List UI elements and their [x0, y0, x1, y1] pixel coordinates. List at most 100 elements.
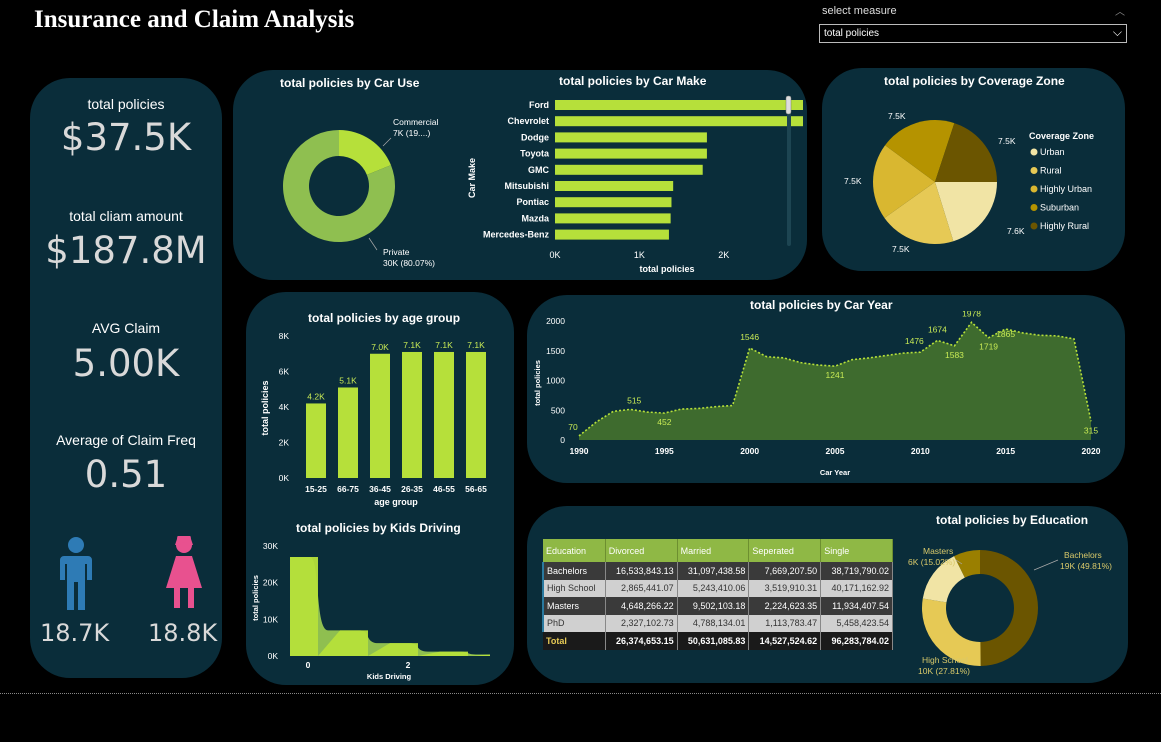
- table-row[interactable]: PhD 2,327,102.73 4,788,134.01 1,113,783.…: [541, 614, 893, 632]
- car-year-data-label: 452: [657, 417, 671, 427]
- column-header[interactable]: Married: [677, 539, 750, 562]
- car-year-title: total policies by Car Year: [750, 298, 893, 312]
- column-header[interactable]: Single: [820, 539, 893, 562]
- x-tick-label: 2005: [826, 446, 845, 456]
- scrollbar-thumb[interactable]: [785, 95, 792, 115]
- table-cell: 4,788,134.01: [677, 614, 750, 632]
- car-year-data-label: 1674: [928, 324, 947, 334]
- table-cell: 40,171,162.92: [820, 579, 893, 597]
- kids-driving-area-shadow: [290, 557, 490, 656]
- table-cell: 5,243,410.06: [677, 579, 750, 597]
- education-value: 19K (49.81%): [1060, 561, 1112, 571]
- table-cell: 26,374,653.15: [605, 632, 678, 650]
- car-year-data-label: 315: [1084, 425, 1098, 435]
- y-axis-label: Car Make: [467, 158, 477, 198]
- car-use-make-panel: total policies by Car Use total policies…: [233, 70, 807, 280]
- table-row[interactable]: High School 2,865,441.07 5,243,410.06 3,…: [541, 579, 893, 597]
- legend-title: Coverage Zone: [1029, 131, 1094, 141]
- kpi-panel: total policies $37.5K total cliam amount…: [30, 78, 222, 678]
- x-tick-label: 56-65: [465, 484, 487, 494]
- leader-line: [368, 237, 378, 251]
- x-axis-label: Car Year: [820, 468, 850, 477]
- coverage-zone-data-label: 7.5K: [892, 244, 910, 254]
- male-icon: [60, 537, 92, 610]
- x-tick-label: 2000: [740, 446, 759, 456]
- column-header[interactable]: Education: [543, 539, 606, 562]
- x-tick-label: 15-25: [305, 484, 327, 494]
- age-group-bar: [370, 353, 390, 478]
- age-group-bar: [338, 387, 358, 478]
- car-make-bar: [555, 197, 672, 208]
- coverage-zone-data-label: 7.5K: [998, 136, 1016, 146]
- car-use-label: Private: [383, 247, 410, 257]
- y-tick-label: 0K: [268, 651, 279, 661]
- car-year-panel: total policies by Car Year 0 500 1000 1500 2…: [527, 295, 1125, 483]
- education-value: 6K (15.02%): [908, 557, 955, 567]
- table-row[interactable]: Masters 4,648,266.22 9,502,103.18 2,224,…: [541, 597, 893, 615]
- column-header[interactable]: Seperated: [748, 539, 822, 562]
- coverage-zone-title: total policies by Coverage Zone: [884, 74, 1065, 88]
- y-tick-label: 500: [551, 405, 565, 415]
- table-cell: 11,934,407.54: [820, 597, 893, 615]
- leader-line: [382, 137, 392, 147]
- coverage-zone-pie-chart: 7.6K 7.5K 7.5K 7.5K 7.5K Coverage Zone Urban Ru…: [844, 111, 1094, 254]
- total-claim-label: total cliam amount: [69, 208, 183, 224]
- table-cell: Masters: [541, 597, 606, 615]
- table-cell: 31,097,438.58: [677, 562, 750, 580]
- car-make-bar: [555, 229, 669, 240]
- y-axis-label: total policies: [533, 360, 542, 406]
- education-title: total policies by Education: [936, 513, 1089, 527]
- table-cell: High School: [541, 579, 606, 597]
- coverage-zone-data-label: 7.5K: [888, 111, 906, 121]
- table-cell: 14,527,524.62: [748, 632, 822, 650]
- education-slice: [980, 550, 1038, 666]
- legend-swatch: [1030, 148, 1038, 156]
- legend-entry: Urban: [1040, 147, 1065, 157]
- x-tick-label: 2010: [911, 446, 930, 456]
- age-group-bar-chart: 0K 2K 4K 6K 8K 4.2K 15-25 5.1K 66-75 7.0K 36-45 7.1…: [260, 331, 487, 507]
- table-total-row: Total 26,374,653.15 50,631,085.83 14,527…: [543, 632, 893, 650]
- car-make-tick-label: Dodge: [521, 132, 549, 142]
- x-tick-label: 26-35: [401, 484, 423, 494]
- legend-swatch: [1030, 167, 1038, 174]
- total-policies-label: total policies: [87, 96, 165, 112]
- car-make-tick-label: Toyota: [520, 149, 550, 159]
- column-header[interactable]: Divorced: [605, 539, 678, 562]
- y-tick-label: 6K: [279, 367, 290, 377]
- car-year-data-label: 1719: [979, 342, 998, 352]
- y-tick-label: 10K: [263, 614, 278, 624]
- y-tick-label: 2K: [279, 438, 290, 448]
- table-row[interactable]: Bachelors 16,533,843.13 31,097,438.58 7,…: [541, 562, 893, 580]
- car-make-tick-label: GMC: [528, 165, 549, 175]
- car-make-bar-chart: Ford Chevrolet Dodge Toyota GMC Mitsubishi Pon…: [467, 95, 803, 274]
- x-tick-label: 2K: [718, 250, 729, 260]
- car-make-bar: [555, 213, 671, 224]
- coverage-zone-data-label: 7.5K: [844, 176, 862, 186]
- kids-driving-area-chart: 0K 10K 20K 30K 0 2 Kids Driving total policies: [251, 541, 490, 681]
- car-year-data-label: 1241: [826, 370, 845, 380]
- legend-entry: Highly Rural: [1040, 221, 1089, 231]
- avg-claim-value: 5.00K: [72, 342, 180, 385]
- car-make-tick-label: Mercedes-Benz: [483, 230, 550, 240]
- chevron-up-icon[interactable]: ︿: [1115, 3, 1125, 18]
- page-divider: [0, 693, 1161, 694]
- coverage-zone-data-label: 7.6K: [1007, 226, 1025, 236]
- y-tick-label: 1000: [546, 376, 565, 386]
- age-group-data-label: 7.1K: [467, 340, 485, 350]
- x-tick-label: 0: [306, 660, 311, 670]
- table-cell: Bachelors: [541, 562, 606, 580]
- education-value: 10K (27.81%): [918, 666, 970, 676]
- car-make-bar: [555, 132, 707, 143]
- education-label: Masters: [923, 546, 953, 556]
- car-year-data-label: 70: [568, 422, 578, 432]
- x-tick-label: 36-45: [369, 484, 391, 494]
- page-title: Insurance and Claim Analysis: [34, 6, 355, 33]
- age-group-bar: [434, 351, 454, 478]
- measure-select[interactable]: total policies ⌵: [819, 24, 1127, 43]
- y-axis-label: total policies: [251, 575, 260, 621]
- car-make-bar: [555, 116, 803, 127]
- female-count: 18.8K: [148, 619, 218, 647]
- table-cell: 50,631,085.83: [677, 632, 750, 650]
- legend-swatch: [1030, 204, 1038, 211]
- education-donut-chart: Masters6K (15.02%) Bachelors19K (49.81%) H…: [908, 546, 1112, 676]
